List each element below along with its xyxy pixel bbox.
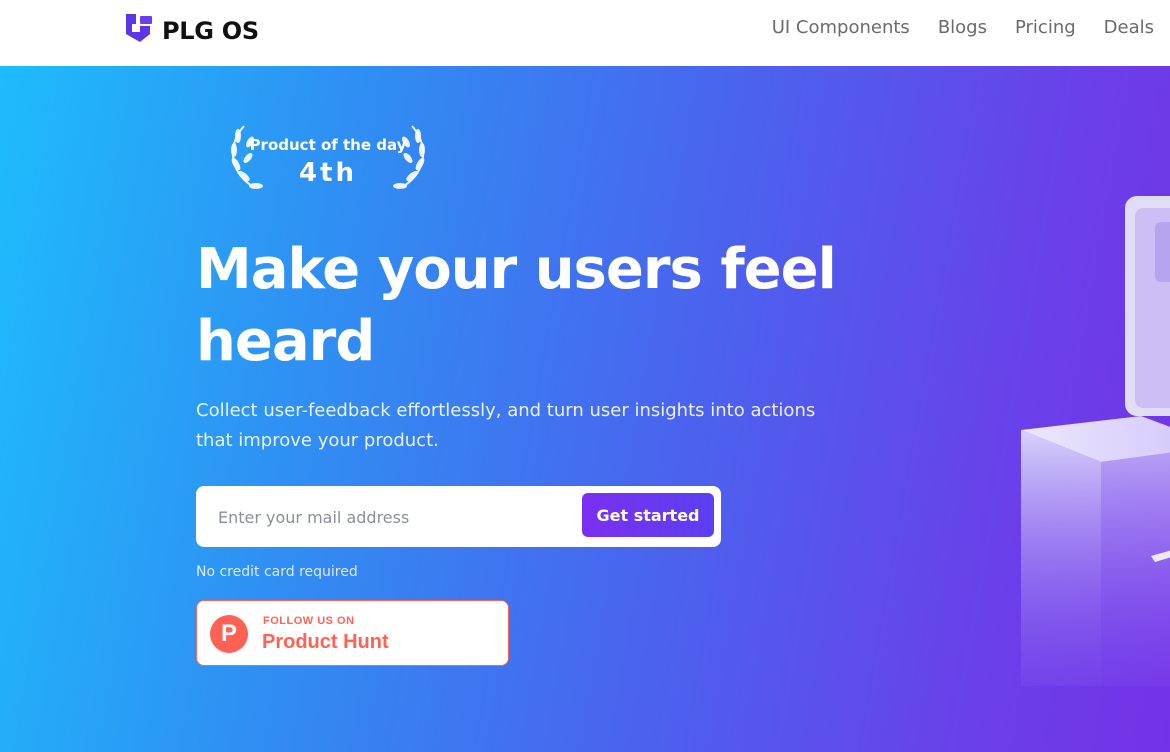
headline-line-2: heard bbox=[196, 309, 375, 374]
brand-logo[interactable]: PLG OS bbox=[124, 12, 259, 49]
subtext-line-2: that improve your product. bbox=[196, 430, 439, 451]
nav-links: UI Components Blogs Pricing Deals bbox=[772, 17, 1154, 38]
subtext-line-1: Collect user-feedback effortlessly, and … bbox=[196, 400, 816, 421]
product-of-the-day-award: Product of the day 4th bbox=[214, 122, 442, 194]
no-credit-card-note: No credit card required bbox=[196, 564, 358, 580]
cube-illustration bbox=[1021, 416, 1170, 686]
nav-link-pricing[interactable]: Pricing bbox=[1015, 17, 1076, 38]
hero-subtext: Collect user-feedback effortlessly, and … bbox=[196, 396, 836, 456]
device-mockup-illustration bbox=[1125, 196, 1170, 416]
brand-name: PLG OS bbox=[162, 16, 259, 45]
headline-line-1: Make your users feel bbox=[196, 237, 837, 302]
product-hunt-name: Product Hunt bbox=[262, 631, 389, 653]
nav-link-deals[interactable]: Deals bbox=[1104, 17, 1154, 38]
product-hunt-follow-label: FOLLOW US ON bbox=[263, 615, 355, 627]
hero-headline: Make your users feel heard bbox=[196, 234, 837, 378]
nav-link-blogs[interactable]: Blogs bbox=[938, 17, 987, 38]
product-hunt-logo-icon: P bbox=[210, 615, 248, 653]
award-title: Product of the day bbox=[249, 136, 407, 154]
hero-section: Product of the day 4th Make your users f… bbox=[0, 66, 1170, 752]
email-signup-form: Get started bbox=[196, 486, 721, 547]
email-input[interactable] bbox=[216, 500, 570, 534]
award-rank: 4th bbox=[298, 158, 358, 188]
plg-logo-icon bbox=[124, 12, 156, 49]
get-started-button[interactable]: Get started bbox=[582, 493, 714, 537]
top-navbar: PLG OS UI Components Blogs Pricing Deals bbox=[0, 0, 1170, 66]
product-hunt-follow-badge[interactable]: P FOLLOW US ON Product Hunt bbox=[196, 600, 509, 666]
nav-link-ui-components[interactable]: UI Components bbox=[772, 17, 910, 38]
